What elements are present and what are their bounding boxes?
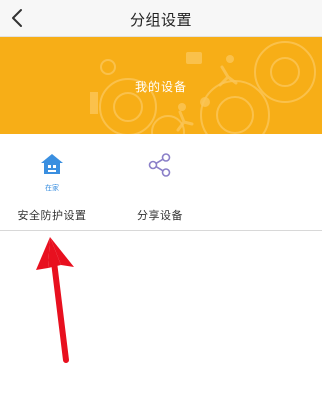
group-banner: 我的设备: [0, 37, 322, 134]
home-icon: [2, 152, 102, 180]
home-status-text: 在家: [45, 184, 59, 192]
share-icon: [110, 152, 210, 180]
tile-share-device[interactable]: 分享设备: [110, 134, 210, 230]
group-options: 在家 安全防护设置 分享设备: [0, 134, 322, 231]
red-arrow-up-icon: [36, 237, 74, 363]
banner-title: 我的设备: [134, 80, 187, 94]
tile-security-settings[interactable]: 在家 安全防护设置: [2, 134, 102, 230]
tile-label: 安全防护设置: [17, 209, 87, 222]
tile-label: 分享设备: [137, 209, 183, 222]
navigation-bar: 分组设置: [0, 0, 322, 37]
page-title: 分组设置: [129, 11, 192, 29]
